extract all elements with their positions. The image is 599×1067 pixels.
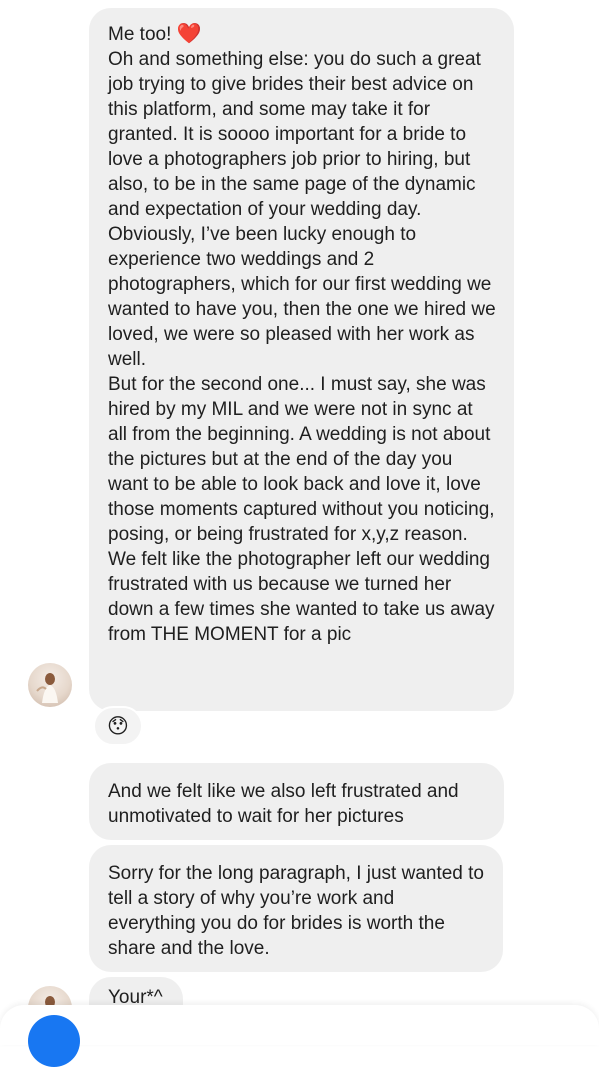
message-bubble[interactable]: And we felt like we also left frustrated… xyxy=(89,763,504,840)
heart-emoji-icon: ❤️ xyxy=(176,23,202,45)
avatar-photo-icon xyxy=(36,673,58,703)
message-bubble[interactable]: Me too! ❤️ Oh and something else: you do… xyxy=(89,8,514,711)
sender-avatar[interactable] xyxy=(28,663,72,707)
camera-button-icon[interactable] xyxy=(28,1015,80,1067)
message-text: Oh and something else: you do such a gre… xyxy=(108,49,496,645)
message-text: And we felt like we also left frustrated… xyxy=(108,781,464,827)
message-text: Me too! xyxy=(108,24,177,45)
reaction-badge[interactable]: 😯 xyxy=(93,706,143,746)
message-composer-bar[interactable] xyxy=(0,1005,599,1045)
surprised-face-icon: 😯 xyxy=(107,714,129,738)
message-bubble[interactable]: Sorry for the long paragraph, I just wan… xyxy=(89,845,503,972)
message-text: Sorry for the long paragraph, I just wan… xyxy=(108,863,490,959)
